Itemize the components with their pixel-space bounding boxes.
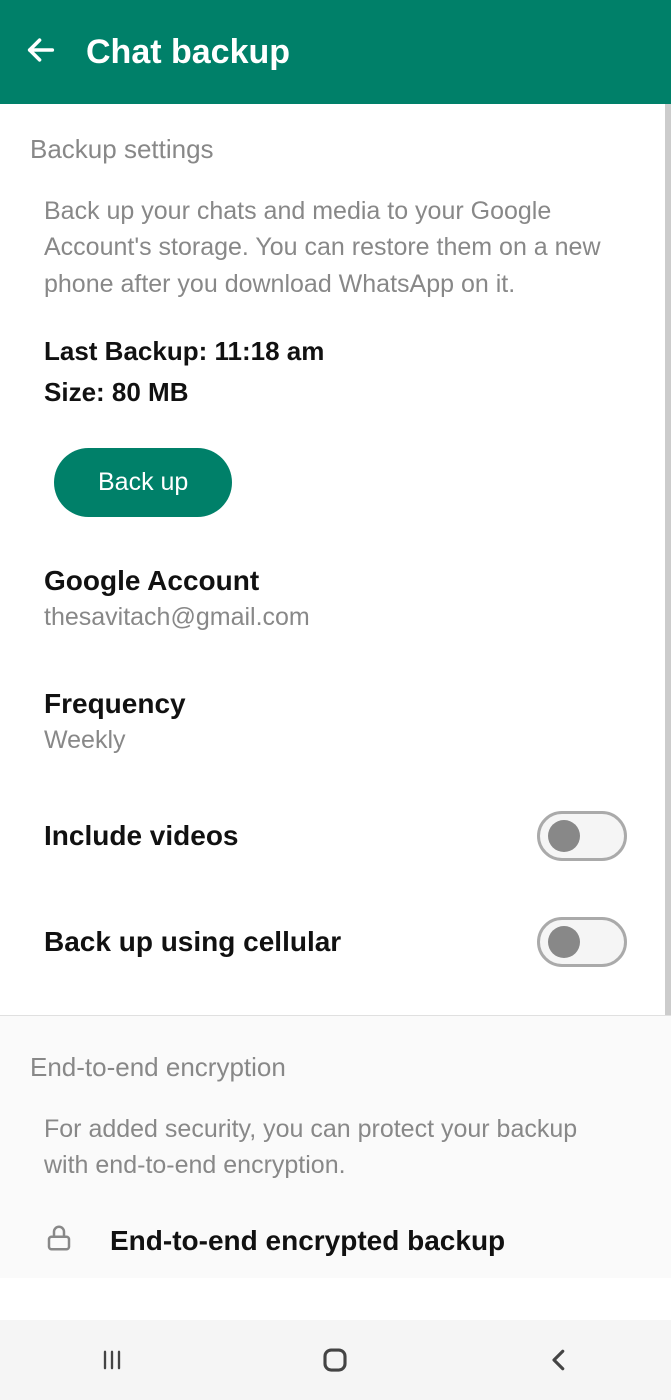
system-nav-bar	[0, 1320, 671, 1400]
include-videos-label: Include videos	[44, 820, 239, 852]
e2e-backup-row[interactable]: End-to-end encrypted backup	[30, 1213, 641, 1278]
frequency-title: Frequency	[44, 688, 627, 720]
app-header: Chat backup	[0, 0, 671, 104]
cellular-label: Back up using cellular	[44, 926, 341, 958]
include-videos-row[interactable]: Include videos	[30, 783, 641, 889]
backup-button[interactable]: Back up	[54, 448, 232, 517]
e2e-row-title: End-to-end encrypted backup	[110, 1225, 505, 1257]
back-button[interactable]	[24, 33, 58, 72]
backup-settings-section: Backup settings Back up your chats and m…	[0, 104, 671, 995]
frequency-row[interactable]: Frequency Weekly	[30, 660, 641, 783]
backup-settings-title: Backup settings	[30, 134, 641, 165]
toggle-knob	[548, 820, 580, 852]
e2e-section: End-to-end encryption For added security…	[0, 1016, 671, 1279]
frequency-value: Weekly	[44, 726, 627, 755]
backup-description: Back up your chats and media to your Goo…	[30, 193, 641, 302]
google-account-title: Google Account	[44, 565, 627, 597]
page-title: Chat backup	[86, 33, 290, 72]
backup-size-info: Size: 80 MB	[30, 377, 641, 408]
last-backup-info: Last Backup: 11:18 am	[30, 336, 641, 367]
include-videos-toggle[interactable]	[537, 811, 627, 861]
home-button[interactable]	[310, 1335, 360, 1385]
google-account-value: thesavitach@gmail.com	[44, 603, 627, 632]
cellular-toggle[interactable]	[537, 917, 627, 967]
content-area: Backup settings Back up your chats and m…	[0, 104, 671, 1320]
e2e-title: End-to-end encryption	[30, 1052, 641, 1083]
back-nav-button[interactable]	[534, 1335, 584, 1385]
toggle-knob	[548, 926, 580, 958]
e2e-description: For added security, you can protect your…	[30, 1111, 641, 1184]
lock-icon	[44, 1223, 74, 1258]
recents-button[interactable]	[87, 1335, 137, 1385]
google-account-row[interactable]: Google Account thesavitach@gmail.com	[30, 537, 641, 660]
cellular-row[interactable]: Back up using cellular	[30, 889, 641, 995]
